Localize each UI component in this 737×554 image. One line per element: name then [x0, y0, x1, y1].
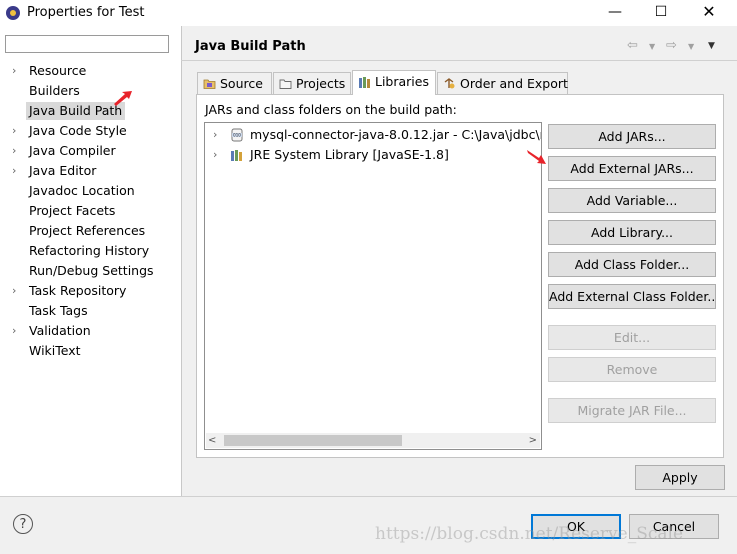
- library-tree[interactable]: › 010 mysql-connector-java-8.0.12.jar - …: [204, 122, 542, 450]
- add-variable-button[interactable]: Add Variable...: [548, 188, 716, 213]
- horizontal-scrollbar[interactable]: < >: [206, 433, 540, 448]
- expand-arrow-icon[interactable]: ›: [12, 62, 22, 80]
- help-icon[interactable]: ?: [13, 514, 33, 534]
- sidebar-item-task-repository[interactable]: › Task Repository: [12, 282, 127, 300]
- annotation-arrow-icon: [114, 91, 132, 106]
- sidebar-item-label: Java Compiler: [29, 143, 116, 158]
- forward-dropdown-icon[interactable]: ▼: [688, 42, 694, 51]
- back-dropdown-icon[interactable]: ▼: [649, 42, 655, 51]
- remove-button[interactable]: Remove: [548, 357, 716, 382]
- sidebar-item-label: Validation: [29, 323, 91, 338]
- sidebar-item-label: Java Build Path: [29, 103, 123, 118]
- watermark: https://blog.csdn.net/Reserve_Scale: [375, 524, 684, 544]
- annotation-arrow-icon: [527, 150, 546, 164]
- sidebar-item-resource[interactable]: › Resource: [12, 62, 87, 80]
- scroll-left-icon[interactable]: <: [208, 433, 216, 448]
- sidebar-item-wikitext[interactable]: WikiText: [29, 342, 81, 360]
- jar-icon: 010: [231, 128, 243, 142]
- add-external-class-folder-button[interactable]: Add External Class Folder...: [548, 284, 716, 309]
- sidebar-item-label: Builders: [29, 83, 80, 98]
- expand-arrow-icon[interactable]: ›: [213, 126, 217, 144]
- library-label: mysql-connector-java-8.0.12.jar - C:\Jav…: [250, 127, 542, 142]
- expand-arrow-icon[interactable]: ›: [12, 322, 22, 340]
- expand-arrow-icon[interactable]: ›: [213, 146, 217, 164]
- sidebar-item-label: Javadoc Location: [29, 183, 135, 198]
- sidebar-item-label: Refactoring History: [29, 243, 150, 258]
- apply-button[interactable]: Apply: [635, 465, 725, 490]
- source-folder-icon: [203, 79, 216, 89]
- eclipse-app-icon: [6, 6, 20, 20]
- sidebar-item-label: Run/Debug Settings: [29, 263, 154, 278]
- sidebar-item-label: Task Tags: [29, 303, 88, 318]
- sidebar-item-java-code-style[interactable]: › Java Code Style: [12, 122, 127, 140]
- sidebar-item-javadoc-location[interactable]: Javadoc Location: [29, 182, 135, 200]
- sidebar-item-label: Project Facets: [29, 203, 116, 218]
- expand-arrow-icon[interactable]: ›: [12, 282, 22, 300]
- back-arrow-icon[interactable]: ⇦: [627, 38, 638, 53]
- sidebar-item-label: WikiText: [29, 343, 81, 358]
- projects-folder-icon: [279, 79, 292, 89]
- tab-order-and-export[interactable]: Order and Export: [437, 72, 568, 94]
- add-jars-button[interactable]: Add JARs...: [548, 124, 716, 149]
- build-path-label: JARs and class folders on the build path…: [205, 102, 457, 117]
- sidebar-item-label: Resource: [29, 63, 87, 78]
- window-title: Properties for Test: [27, 5, 145, 20]
- sidebar-item-refactoring-history[interactable]: Refactoring History: [29, 242, 149, 260]
- sidebar-item-java-compiler[interactable]: › Java Compiler: [12, 142, 116, 160]
- migrate-jar-file-button[interactable]: Migrate JAR File...: [548, 398, 716, 423]
- tab-libraries[interactable]: Libraries: [352, 70, 436, 95]
- sidebar-item-task-tags[interactable]: Task Tags: [29, 302, 88, 320]
- sidebar: › Resource Builders Java Build Path › Java Co…: [0, 26, 182, 496]
- sidebar-item-label: Java Editor: [29, 163, 97, 178]
- filter-input[interactable]: [5, 35, 169, 53]
- sidebar-item-validation[interactable]: › Validation: [12, 322, 91, 340]
- add-class-folder-button[interactable]: Add Class Folder...: [548, 252, 716, 277]
- sidebar-item-java-editor[interactable]: › Java Editor: [12, 162, 97, 180]
- sidebar-item-project-references[interactable]: Project References: [29, 222, 145, 240]
- expand-arrow-icon[interactable]: ›: [12, 162, 22, 180]
- scrollbar-thumb[interactable]: [224, 435, 402, 446]
- page-title: Java Build Path: [195, 39, 306, 54]
- order-export-icon: [444, 78, 455, 89]
- sidebar-item-label: Java Code Style: [29, 123, 127, 138]
- add-external-jars-button[interactable]: Add External JARs...: [548, 156, 716, 181]
- minimize-button[interactable]: —: [592, 0, 638, 26]
- tab-label: Libraries: [375, 74, 429, 89]
- header-divider: [181, 60, 737, 61]
- library-icon: [231, 150, 242, 161]
- tab-label: Order and Export: [460, 76, 568, 91]
- expand-arrow-icon[interactable]: ›: [12, 142, 22, 160]
- close-button[interactable]: ✕: [686, 0, 732, 26]
- expand-arrow-icon[interactable]: ›: [12, 122, 22, 140]
- footer-divider: [0, 496, 737, 497]
- add-library-button[interactable]: Add Library...: [548, 220, 716, 245]
- view-menu-icon[interactable]: ▼: [708, 41, 715, 51]
- edit-button[interactable]: Edit...: [548, 325, 716, 350]
- tab-projects[interactable]: Projects: [273, 72, 351, 94]
- sidebar-item-java-build-path[interactable]: Java Build Path: [26, 102, 126, 120]
- scroll-right-icon[interactable]: >: [529, 433, 537, 448]
- forward-arrow-icon[interactable]: ⇨: [666, 38, 677, 53]
- tab-label: Source: [220, 76, 263, 91]
- sidebar-item-label: Project References: [29, 223, 146, 238]
- libraries-icon: [359, 77, 370, 88]
- maximize-button[interactable]: ☐: [638, 0, 684, 26]
- tab-source[interactable]: Source: [197, 72, 272, 94]
- sidebar-item-project-facets[interactable]: Project Facets: [29, 202, 115, 220]
- svg-text:010: 010: [233, 133, 241, 138]
- tab-label: Projects: [296, 76, 346, 91]
- sidebar-item-label: Task Repository: [29, 283, 127, 298]
- sidebar-item-run-debug-settings[interactable]: Run/Debug Settings: [29, 262, 154, 280]
- sidebar-item-builders[interactable]: Builders: [29, 82, 80, 100]
- library-label: JRE System Library [JavaSE-1.8]: [250, 147, 449, 162]
